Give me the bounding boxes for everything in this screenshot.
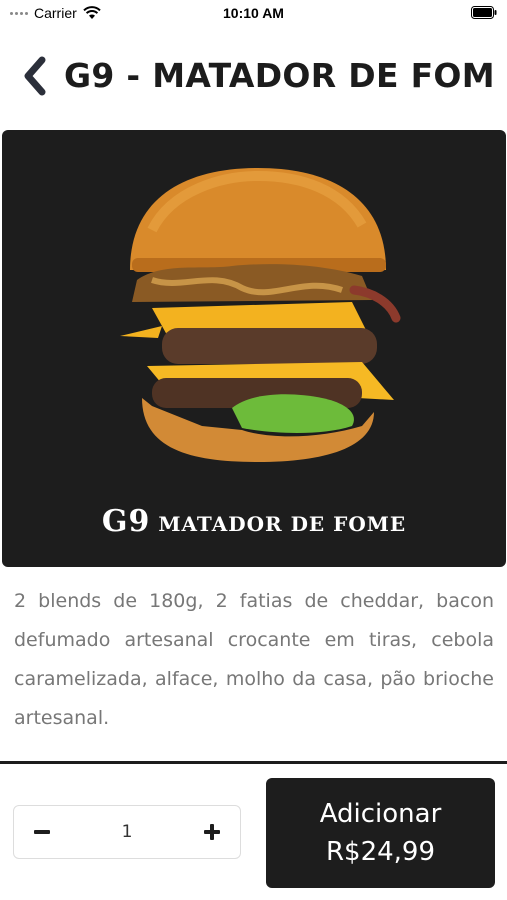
battery-icon [471,6,497,19]
decrement-button[interactable] [14,806,70,858]
product-image: G9 MATADOR DE FOME [2,130,506,567]
product-description: 2 blends de 180g, 2 fatias de cheddar, b… [14,590,494,729]
brand-name: MATADOR DE FOME [158,512,407,536]
quantity-value: 1 [121,822,133,842]
back-button[interactable] [18,56,52,96]
status-time: 10:10 AM [223,5,284,21]
plus-icon [204,824,220,840]
page-title: G9 - MATADOR DE FOME [64,56,492,95]
chevron-left-icon [24,56,46,96]
burger-illustration [120,168,401,462]
add-to-cart-button[interactable]: Adicionar R$24,99 [266,778,495,888]
add-button-label: Adicionar [319,799,442,829]
status-bar: Carrier 10:10 AM [0,0,507,28]
add-button-price: R$24,99 [325,837,436,867]
brand-caption: G9 MATADOR DE FOME [2,504,506,539]
increment-button[interactable] [184,806,240,858]
header: G9 - MATADOR DE FOME [0,44,507,114]
quantity-stepper: 1 [13,805,241,859]
brand-code: G9 [101,504,151,539]
minus-icon [34,830,50,834]
divider [0,761,507,764]
